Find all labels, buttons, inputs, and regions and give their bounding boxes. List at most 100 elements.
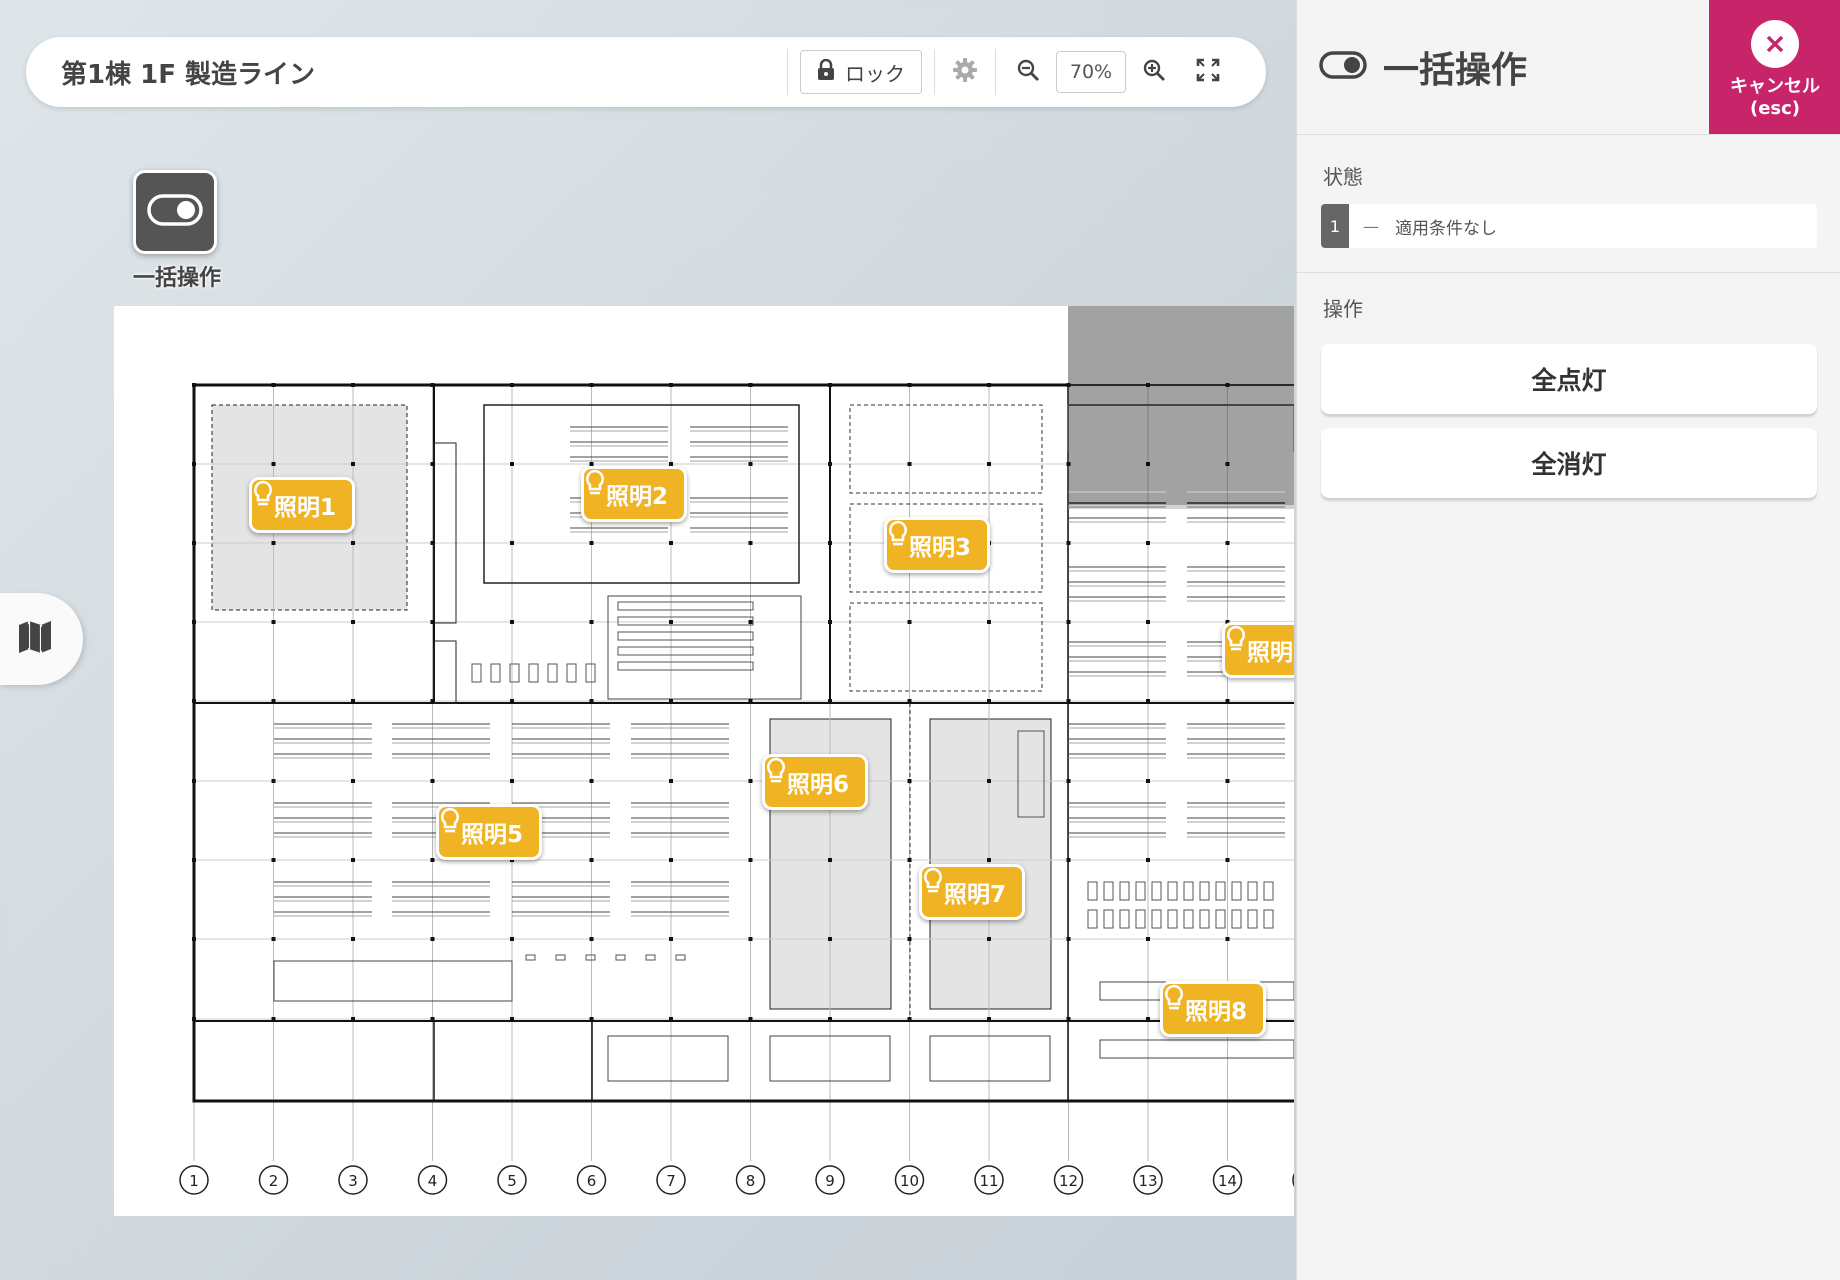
light-label: 照明4 (1247, 640, 1294, 666)
grid-dot (907, 383, 912, 387)
grid-dot (748, 858, 753, 862)
grid-dot (192, 779, 196, 783)
settings-button[interactable] (935, 57, 995, 87)
locker (1231, 909, 1242, 929)
grid-axis-label: 10 (900, 1172, 919, 1190)
zoom-out-button[interactable] (1008, 52, 1048, 92)
locker (1199, 881, 1210, 901)
grid-axis-label: 7 (666, 1172, 676, 1190)
light-badge-1[interactable]: 照明1 (249, 477, 356, 533)
grid-dot (987, 858, 991, 862)
grid-dot (430, 699, 435, 703)
grid-dot (1225, 858, 1230, 862)
toggle-icon (147, 194, 203, 230)
locker (1183, 909, 1194, 929)
grid-dot (1225, 779, 1230, 783)
grid-dot (271, 541, 276, 545)
locker (1135, 909, 1146, 929)
lock-label: ロック (845, 61, 905, 86)
light-badge-4[interactable]: 照明4 (1222, 622, 1294, 678)
all-off-button[interactable]: 全消灯 (1321, 428, 1817, 498)
grid-dot (1146, 937, 1150, 941)
locker (566, 663, 577, 683)
workbench (1099, 1039, 1294, 1059)
grid-dot (828, 858, 832, 862)
locker (528, 663, 539, 683)
cancel-button[interactable]: キャンセル (esc) (1709, 0, 1840, 134)
marker (555, 954, 566, 961)
locker (1263, 909, 1274, 929)
zoom-in-button[interactable] (1134, 52, 1174, 92)
locker (1087, 881, 1098, 901)
grid-dot (430, 383, 435, 387)
grid-dot (669, 541, 673, 545)
grid-dot (828, 699, 832, 703)
locker (1151, 909, 1162, 929)
grid-dot (1066, 699, 1071, 703)
all-on-button[interactable]: 全点灯 (1321, 344, 1817, 414)
light-badge-7[interactable]: 照明7 (919, 864, 1026, 920)
fullscreen-button[interactable] (1188, 52, 1228, 92)
grid-dot (430, 779, 435, 783)
light-label: 照明2 (606, 484, 669, 510)
lock-icon (817, 58, 835, 86)
grid-dot (748, 541, 753, 545)
rack-line (617, 646, 754, 656)
map-toggle-tab[interactable] (0, 593, 83, 685)
bulk-operation-button[interactable] (133, 170, 217, 254)
grid-dot (589, 779, 594, 783)
grid-dot (907, 699, 912, 703)
grid-dot (430, 541, 435, 545)
ops-section-label: 操作 (1323, 297, 1363, 321)
state-dash: — (1363, 216, 1379, 236)
grid-dot (430, 937, 435, 941)
grid-dot (907, 620, 912, 624)
rack-line (617, 631, 754, 641)
grid-dot (1146, 779, 1150, 783)
toolbar-divider (787, 49, 788, 95)
grid-dot (510, 937, 514, 941)
light-badge-3[interactable]: 照明3 (884, 517, 991, 573)
grid-dot (828, 462, 832, 466)
grid-dot (271, 937, 276, 941)
grid-dot (192, 541, 196, 545)
grid-dot (1225, 383, 1230, 387)
grid-dot (271, 699, 276, 703)
light-badge-8[interactable]: 照明8 (1160, 981, 1267, 1037)
grid-dot (430, 858, 435, 862)
light-badge-5[interactable]: 照明5 (436, 804, 543, 860)
locker (1247, 881, 1258, 901)
locker (1199, 909, 1210, 929)
grid-dot (1146, 699, 1150, 703)
toggle-icon (1319, 51, 1367, 83)
grid-dot (907, 858, 912, 862)
grid-axis-label: 11 (979, 1172, 998, 1190)
light-label: 照明1 (274, 495, 337, 521)
grid-dot (907, 462, 912, 466)
grid-dot (1146, 462, 1150, 466)
marker (525, 954, 536, 961)
grid-dot (669, 699, 673, 703)
bulk-operation-label: 一括操作 (132, 266, 221, 291)
floor-plan[interactable]: 123456789101112131415 照明1 照明2 照明3 照明4 照明… (114, 306, 1294, 1216)
grid-dot (748, 1017, 753, 1021)
grid-dot (1066, 937, 1071, 941)
light-label: 照明7 (944, 882, 1007, 908)
light-badge-6[interactable]: 照明6 (762, 754, 869, 810)
grid-dot (987, 1017, 991, 1021)
locker (1151, 881, 1162, 901)
locker (490, 663, 501, 683)
grid-dot (1225, 541, 1230, 545)
grid-dot (351, 937, 355, 941)
light-label: 照明8 (1185, 999, 1248, 1025)
grid-dot (430, 462, 435, 466)
lock-button[interactable]: ロック (800, 50, 922, 94)
grid-dot (987, 462, 991, 466)
zoom-level-field[interactable] (1056, 51, 1126, 93)
grid-dot (1066, 1017, 1071, 1021)
grid-dot (430, 620, 435, 624)
marker (675, 954, 686, 961)
light-badge-2[interactable]: 照明2 (581, 466, 688, 522)
toolbar-divider (995, 49, 996, 95)
locker (1247, 909, 1258, 929)
